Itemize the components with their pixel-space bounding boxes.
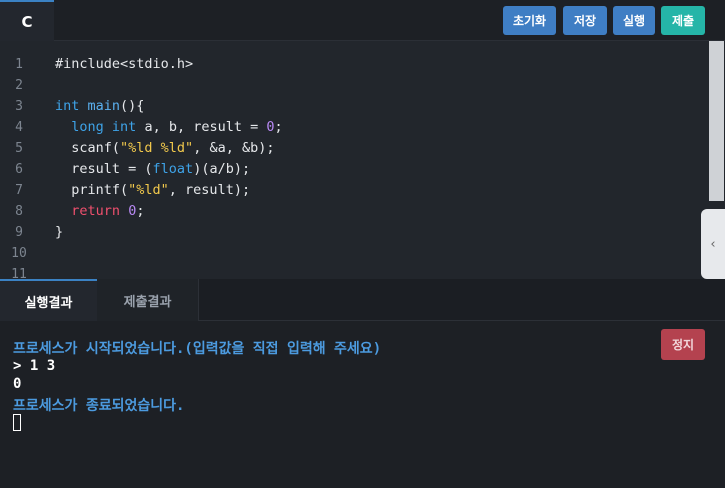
code-line: } bbox=[55, 224, 63, 240]
code-line: printf("%ld", result); bbox=[55, 182, 250, 198]
code-line: #include<stdio.h> bbox=[55, 56, 193, 72]
line-number: 4 bbox=[15, 120, 23, 135]
chevron-left-icon: ‹ bbox=[710, 236, 716, 252]
code-line: result = (float)(a/b); bbox=[55, 161, 250, 177]
code-text: , &a, &b); bbox=[193, 140, 275, 156]
code-text: ; bbox=[136, 203, 145, 219]
line-number: 5 bbox=[15, 141, 23, 156]
code-text: , result); bbox=[168, 182, 251, 198]
code-text: (){ bbox=[120, 98, 145, 114]
line-number: 10 bbox=[11, 246, 27, 261]
console-cursor bbox=[13, 414, 21, 431]
line-number: 8 bbox=[15, 204, 23, 219]
code-text: scanf( bbox=[55, 140, 121, 156]
line-number-gutter: 1 2 3 4 5 6 7 8 9 10 11 bbox=[0, 41, 44, 279]
type-keyword: int bbox=[111, 119, 137, 135]
type-keyword: long bbox=[71, 119, 104, 135]
top-bar: C 초기화 저장 실행 제출 bbox=[0, 0, 725, 41]
number-literal: 0 bbox=[266, 119, 275, 135]
code-text: #include<stdio.h> bbox=[55, 56, 194, 72]
code-editor[interactable]: 1 2 3 4 5 6 7 8 9 10 11 #include<stdio.h… bbox=[0, 41, 725, 279]
return-keyword: return bbox=[71, 203, 121, 219]
type-keyword: int bbox=[55, 98, 80, 114]
tab-submit-result[interactable]: 제출결과 bbox=[97, 279, 199, 321]
function-name: main bbox=[87, 98, 121, 114]
line-number: 11 bbox=[11, 267, 27, 279]
console-start-message: 프로세스가 시작되었습니다.(입력값을 직접 입력해 주세요) bbox=[13, 341, 382, 357]
line-number: 1 bbox=[15, 57, 23, 72]
string-literal: "%ld" bbox=[128, 182, 169, 198]
result-tabs: 실행결과 제출결과 bbox=[0, 279, 725, 321]
line-number: 2 bbox=[15, 78, 23, 93]
line-number: 3 bbox=[15, 99, 23, 114]
line-number: 7 bbox=[15, 183, 23, 198]
code-line: return 0; bbox=[55, 203, 144, 219]
line-number: 9 bbox=[15, 225, 23, 240]
console-panel[interactable]: 프로세스가 시작되었습니다.(입력값을 직접 입력해 주세요) > 1 3 0 … bbox=[0, 321, 725, 488]
stop-button[interactable]: 정지 bbox=[661, 329, 705, 360]
code-line: int main(){ bbox=[55, 98, 144, 114]
code-text: a, b, result = bbox=[136, 119, 267, 135]
collapse-panel-button[interactable]: ‹ bbox=[701, 209, 725, 279]
console-end-message: 프로세스가 종료되었습니다. bbox=[13, 398, 185, 414]
code-text: ; bbox=[274, 119, 283, 135]
code-text: )(a/b); bbox=[193, 161, 251, 177]
editor-scrollbar[interactable] bbox=[709, 41, 724, 201]
code-text: result = ( bbox=[55, 161, 153, 177]
save-button[interactable]: 저장 bbox=[563, 6, 607, 35]
type-keyword: float bbox=[152, 161, 194, 177]
console-output-line: 0 bbox=[13, 376, 22, 392]
code-text: } bbox=[55, 224, 64, 240]
run-button[interactable]: 실행 bbox=[613, 6, 655, 35]
line-number: 6 bbox=[15, 162, 23, 177]
submit-button[interactable]: 제출 bbox=[661, 6, 705, 35]
tab-run-result[interactable]: 실행결과 bbox=[0, 279, 97, 321]
code-line: scanf("%ld %ld", &a, &b); bbox=[55, 140, 274, 156]
language-tab[interactable]: C bbox=[0, 0, 54, 41]
code-text: printf( bbox=[55, 182, 129, 198]
reset-button[interactable]: 초기화 bbox=[503, 6, 556, 35]
code-line: long int a, b, result = 0; bbox=[55, 119, 283, 135]
string-literal: "%ld %ld" bbox=[120, 140, 194, 156]
console-input-line: > 1 3 bbox=[13, 358, 56, 374]
